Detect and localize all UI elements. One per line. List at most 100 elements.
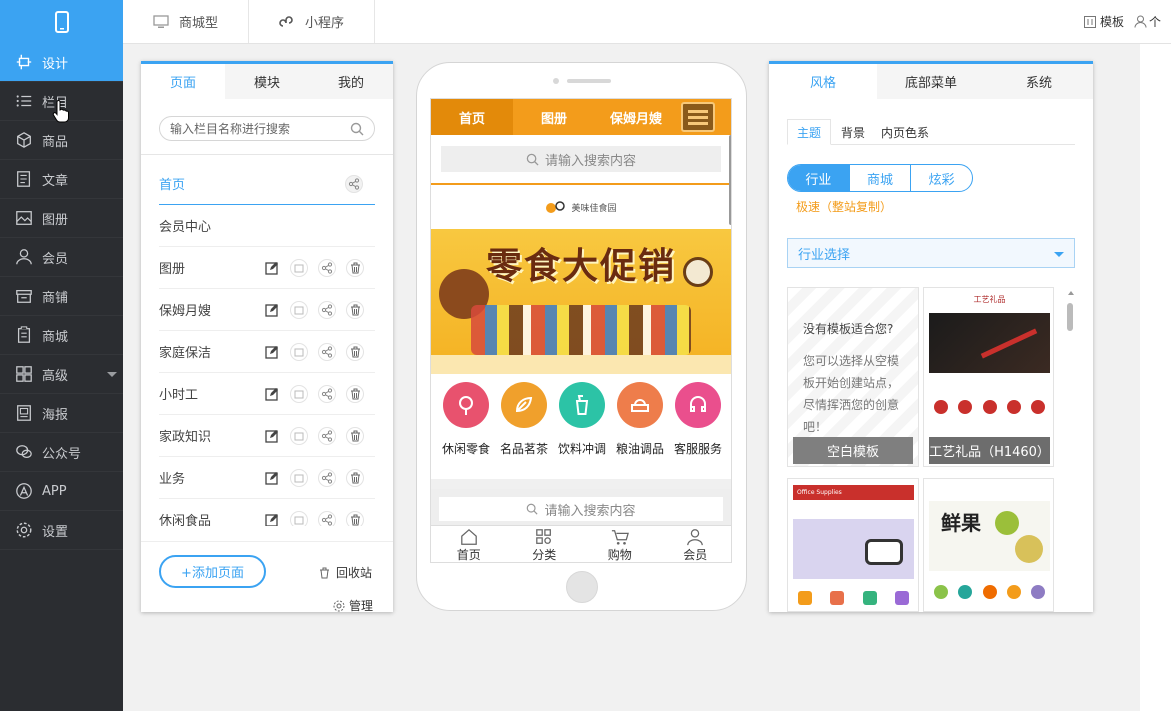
share-icon[interactable] bbox=[318, 469, 336, 487]
subtab-theme[interactable]: 主题 bbox=[787, 119, 831, 145]
subtab-background[interactable]: 背景 bbox=[831, 119, 875, 145]
sidebar-item-poster[interactable]: 海报 bbox=[0, 394, 123, 433]
copy-icon[interactable] bbox=[290, 301, 308, 319]
sidebar-item-grid[interactable]: 高级 bbox=[0, 355, 123, 394]
tab-miniprogram[interactable]: 小程序 bbox=[249, 0, 375, 43]
gear-icon bbox=[333, 600, 345, 611]
template-card-office[interactable]: Office Supplies bbox=[787, 478, 919, 612]
sidebar-item-app[interactable]: APP bbox=[0, 472, 123, 511]
recycle-bin-button[interactable]: 回收站 bbox=[319, 564, 372, 581]
blank-template-card[interactable]: 没有模板适合您? 您可以选择从空模板开始创建站点，尽情挥洒您的创意吧！ 空白模板 bbox=[787, 287, 919, 467]
trash-icon[interactable] bbox=[346, 427, 364, 445]
copy-icon[interactable] bbox=[290, 511, 308, 526]
sidebar-item-shop[interactable]: 商铺 bbox=[0, 277, 123, 316]
share-icon[interactable] bbox=[318, 427, 336, 445]
copy-icon[interactable] bbox=[290, 259, 308, 277]
trash-icon[interactable] bbox=[346, 469, 364, 487]
share-icon[interactable] bbox=[345, 175, 363, 193]
category-item[interactable]: 粮油调品 bbox=[615, 382, 665, 457]
share-icon[interactable] bbox=[318, 511, 336, 526]
copy-icon[interactable] bbox=[290, 469, 308, 487]
page-list-item[interactable]: 小时工 bbox=[159, 373, 375, 415]
copy-icon[interactable] bbox=[290, 343, 308, 361]
template-scrollbar[interactable] bbox=[1066, 289, 1076, 619]
edit-icon[interactable] bbox=[263, 469, 281, 487]
segment-industry[interactable]: 行业 bbox=[788, 165, 849, 191]
copy-icon[interactable] bbox=[290, 427, 308, 445]
edit-icon[interactable] bbox=[263, 343, 281, 361]
style-panel: 风格 底部菜单 系统 主题 背景 内页色系 行业 商城 炫彩 极速（整站复制） … bbox=[769, 61, 1093, 612]
template-card-crafts[interactable]: 工艺礼品 工艺礼品（H1460） bbox=[923, 287, 1054, 467]
mobile-logo[interactable] bbox=[0, 0, 123, 43]
sidebar-item-label: 设置 bbox=[42, 524, 69, 540]
sidebar-item-cube[interactable]: 商品 bbox=[0, 121, 123, 160]
page-list-item[interactable]: 休闲食品 bbox=[159, 499, 375, 526]
add-page-button[interactable]: +添加页面 bbox=[159, 555, 266, 588]
fruit-icons bbox=[934, 585, 1045, 599]
user-menu[interactable]: 个 bbox=[1134, 13, 1161, 30]
sidebar-item-design[interactable]: 设计 bbox=[0, 43, 123, 82]
page-list-item[interactable]: 首页 bbox=[159, 163, 375, 205]
manage-button[interactable]: 管理 bbox=[333, 597, 373, 614]
phone-nav-home[interactable]: 首页 bbox=[431, 99, 513, 135]
segment-colorful[interactable]: 炫彩 bbox=[910, 165, 972, 191]
edit-icon[interactable] bbox=[263, 427, 281, 445]
trash-icon[interactable] bbox=[346, 385, 364, 403]
sidebar-item-label: 设计 bbox=[42, 56, 69, 72]
bottom-nav-home[interactable]: 首页 bbox=[431, 526, 507, 562]
phone-search-input[interactable]: 请输入搜索内容 bbox=[441, 146, 721, 172]
page-list-item[interactable]: 业务 bbox=[159, 457, 375, 499]
tab-mall-type[interactable]: 商城型 bbox=[123, 0, 249, 43]
page-list-item[interactable]: 家庭保洁 bbox=[159, 331, 375, 373]
phone-scrollbar[interactable] bbox=[729, 135, 731, 225]
tab-bottom-menu[interactable]: 底部菜单 bbox=[877, 64, 985, 99]
page-list-item[interactable]: 家政知识 bbox=[159, 415, 375, 457]
sidebar-item-user[interactable]: 会员 bbox=[0, 238, 123, 277]
phone-nav-album[interactable]: 图册 bbox=[513, 99, 595, 135]
template-card-fruit[interactable]: 鲜果 bbox=[923, 478, 1054, 612]
share-icon[interactable] bbox=[318, 259, 336, 277]
sidebar-item-mall[interactable]: 商城 bbox=[0, 316, 123, 355]
speed-copy-link[interactable]: 极速（整站复制） bbox=[796, 198, 892, 215]
menu-icon[interactable] bbox=[681, 102, 715, 132]
tab-style[interactable]: 风格 bbox=[769, 64, 877, 99]
sidebar-item-wechat[interactable]: 公众号 bbox=[0, 433, 123, 472]
trash-icon[interactable] bbox=[346, 301, 364, 319]
phone-nav-nanny[interactable]: 保姆月嫂 bbox=[595, 99, 677, 135]
sidebar-item-article[interactable]: 文章 bbox=[0, 160, 123, 199]
subtab-inner-color[interactable]: 内页色系 bbox=[875, 119, 935, 145]
phone-search-input-2[interactable]: 请输入搜索内容 bbox=[439, 497, 723, 521]
copy-icon[interactable] bbox=[290, 385, 308, 403]
edit-icon[interactable] bbox=[263, 511, 281, 526]
category-item[interactable]: 饮料冲调 bbox=[557, 382, 607, 457]
bottom-nav-category[interactable]: 分类 bbox=[507, 526, 583, 562]
tab-mall-type-label: 商城型 bbox=[178, 16, 218, 31]
phone-home-button bbox=[566, 571, 598, 603]
industry-select[interactable]: 行业选择 bbox=[787, 238, 1075, 268]
page-list-item[interactable]: 保姆月嫂 bbox=[159, 289, 375, 331]
edit-icon[interactable] bbox=[263, 385, 281, 403]
template-button[interactable]: 模板 bbox=[1083, 13, 1124, 30]
page-list-item[interactable]: 图册 bbox=[159, 247, 375, 289]
bottom-nav-cart[interactable]: 购物 bbox=[582, 526, 658, 562]
tab-system[interactable]: 系统 bbox=[985, 64, 1093, 99]
sidebar-item-image[interactable]: 图册 bbox=[0, 199, 123, 238]
bottom-nav-member[interactable]: 会员 bbox=[658, 526, 732, 562]
category-item[interactable]: 名品茗茶 bbox=[499, 382, 549, 457]
phone-icon bbox=[54, 10, 69, 33]
page-list-item[interactable]: 会员中心 bbox=[159, 205, 375, 247]
edit-icon[interactable] bbox=[263, 301, 281, 319]
share-icon[interactable] bbox=[318, 301, 336, 319]
sidebar-item-label: 高级 bbox=[42, 368, 69, 384]
category-item[interactable]: 休闲零食 bbox=[441, 382, 491, 457]
trash-icon[interactable] bbox=[346, 343, 364, 361]
edit-icon[interactable] bbox=[263, 259, 281, 277]
share-icon[interactable] bbox=[318, 385, 336, 403]
share-icon[interactable] bbox=[318, 343, 336, 361]
sidebar-item-gear[interactable]: 设置 bbox=[0, 511, 123, 550]
trash-icon[interactable] bbox=[346, 259, 364, 277]
category-item[interactable]: 客服服务 bbox=[673, 382, 723, 457]
segment-mall[interactable]: 商城 bbox=[848, 165, 911, 191]
trash-icon[interactable] bbox=[346, 511, 364, 526]
promo-banner[interactable]: 零食大促销 bbox=[431, 229, 731, 374]
